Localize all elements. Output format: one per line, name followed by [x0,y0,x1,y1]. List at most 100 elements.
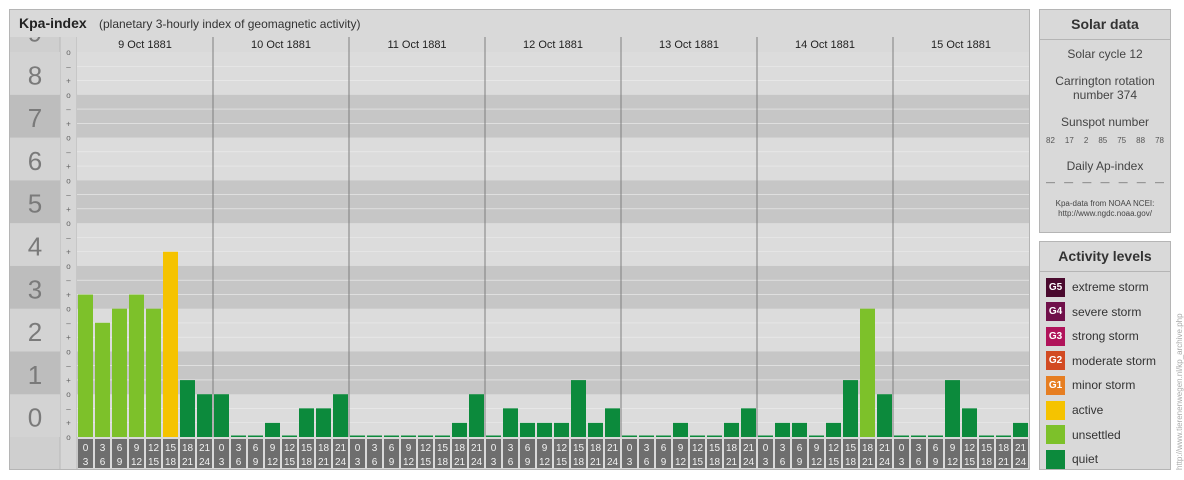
interval-end-label: 18 [165,457,177,468]
minor-tick-label: o [66,305,71,314]
kp-band [77,94,1029,138]
kp-bar [180,380,195,437]
ap-value: — [1118,177,1128,187]
kp-bar [95,322,110,437]
legend-label: extreme storm [1072,280,1149,294]
interval-end-label: 3 [83,457,89,468]
interval-end-label: 3 [219,457,225,468]
interval-end-label: 15 [964,457,976,468]
minor-tick-label: o [66,390,71,399]
kp-bar [265,422,280,437]
kpa-bar-chart: 0123456789o+–o+–o+–o+–o+–o+–o+–o+–o+–o9 … [10,37,1029,469]
kp-band [77,180,1029,224]
minor-tick-label: – [66,148,71,157]
legend-swatch [1046,449,1065,469]
interval-end-label: 12 [403,457,415,468]
kp-bar [809,435,824,437]
ap-value: — [1154,177,1164,187]
kp-bar [979,435,994,437]
interval-start-label: 15 [573,443,585,454]
panel-header: Kpa-index (planetary 3-hourly index of g… [10,10,1029,37]
kp-bar [469,394,484,437]
kp-bar [605,408,620,437]
minor-tick-label: – [66,276,71,285]
source-link[interactable]: http://www.ngdc.noaa.gov/ [1040,209,1170,219]
kp-bar [690,435,705,437]
interval-start-label: 21 [199,443,211,454]
legend-label: active [1072,403,1104,417]
sunspot-value: 85 [1098,136,1108,145]
legend-item-moderate-storm: G2 moderate storm [1046,351,1156,371]
carrington-line-2: number 374 [1072,88,1138,102]
interval-end-label: 18 [709,457,721,468]
interval-start-label: 12 [964,443,976,454]
solar-cycle: Solar cycle 12 [1067,47,1143,61]
minor-tick-label: o [66,91,71,100]
interval-end-label: 24 [471,457,483,468]
legend-item-unsettled: unsettled [1046,425,1121,445]
kp-bar [962,408,977,437]
sunspot-value: 75 [1117,136,1127,145]
y-tick-label: 7 [28,103,42,133]
sunspot-value: 78 [1155,136,1164,145]
interval-end-label: 21 [590,457,602,468]
interval-start-label: 12 [556,443,568,454]
kp-bar [537,422,552,437]
minor-tick-label: – [66,191,71,200]
day-label: 14 Oct 1881 [795,39,855,51]
interval-end-label: 15 [284,457,296,468]
interval-start-label: 12 [420,443,432,454]
interval-end-label: 3 [627,457,633,468]
interval-start-label: 15 [981,443,993,454]
interval-end-label: 15 [420,457,432,468]
legend-item-strong-storm: G3 strong storm [1046,326,1139,346]
interval-end-label: 24 [607,457,619,468]
kp-bar [639,435,654,437]
minor-tick-label: – [66,62,71,71]
kp-band [77,351,1029,395]
ap-index-values: — — — — — — — [1040,177,1170,187]
interval-start-label: 18 [318,443,330,454]
ap-value: — [1082,177,1092,187]
interval-end-label: 21 [862,457,874,468]
kp-bar [860,308,875,437]
legend-swatch: G5 [1046,277,1065,297]
kp-band [77,223,1029,266]
interval-end-label: 18 [981,457,993,468]
legend-swatch: G4 [1046,302,1065,322]
interval-end-label: 21 [182,457,194,468]
kp-bar [197,394,212,437]
interval-end-label: 6 [372,457,378,468]
carrington-rotation: Carrington rotation number 374 [1040,74,1170,102]
day-label: 9 Oct 1881 [118,39,172,51]
interval-start-label: 9 [678,443,684,454]
kp-bar [248,435,263,437]
y-tick-label: 4 [28,232,42,262]
interval-end-label: 21 [998,457,1010,468]
kp-bar [741,408,756,437]
legend-label: minor storm [1072,378,1136,393]
interval-start-label: 12 [148,443,160,454]
kp-bar [843,380,858,437]
interval-start-label: 18 [726,443,738,454]
interval-start-label: 15 [709,443,721,454]
legend-swatch: G3 [1046,326,1065,346]
minor-tick-label: o [66,262,71,271]
interval-end-label: 24 [879,457,891,468]
kp-bar [367,435,382,437]
interval-start-label: 21 [743,443,755,454]
source-line-1: Kpa-data from NOAA NCEI: [1055,199,1155,208]
interval-end-label: 12 [947,457,959,468]
interval-start-label: 9 [950,443,956,454]
interval-start-label: 18 [182,443,194,454]
kp-bar [214,394,229,437]
interval-start-label: 3 [236,443,242,454]
minor-tick-label: o [66,134,71,143]
minor-tick-label: – [66,362,71,371]
interval-start-label: 9 [542,443,548,454]
kp-bar [299,408,314,437]
interval-end-label: 6 [916,457,922,468]
interval-start-label: 0 [627,443,633,454]
interval-start-label: 9 [270,443,276,454]
activity-levels-legend: Activity levels G5 extreme storm G4 severe … [1039,241,1171,470]
